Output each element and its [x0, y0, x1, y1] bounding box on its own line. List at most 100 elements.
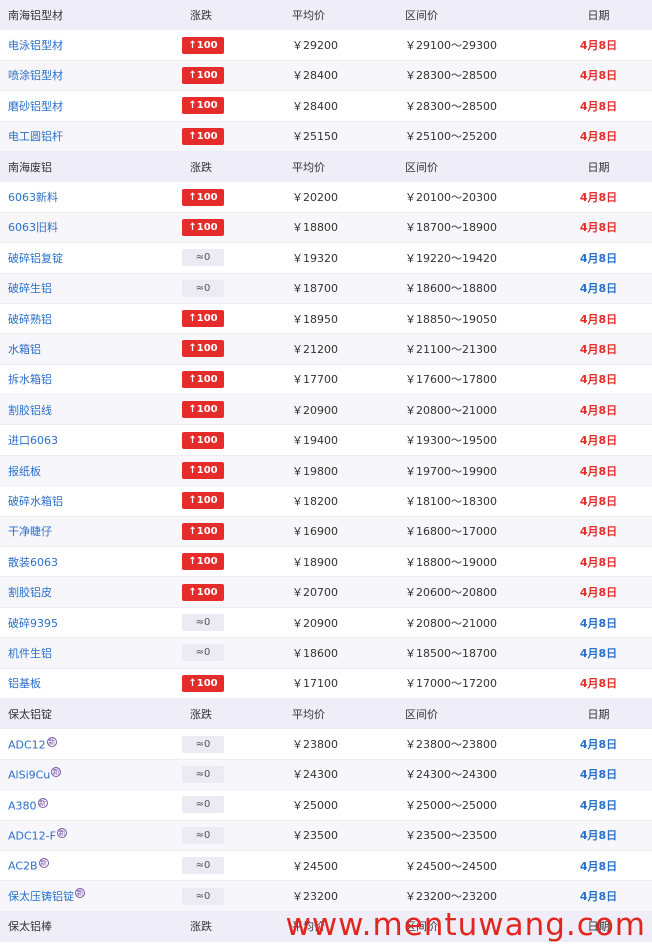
change-cell: ≈0: [170, 796, 280, 814]
item-name-link[interactable]: 破碎生铝: [8, 282, 52, 295]
change-badge: ≈0: [182, 644, 224, 662]
change-badge: ↑100: [182, 401, 224, 419]
item-name-link[interactable]: 保太压铸铝锭: [8, 890, 74, 903]
item-name-link[interactable]: 6063旧料: [8, 221, 58, 234]
date-cell: 4月8日: [579, 342, 618, 356]
change-cell: ≈0: [170, 857, 280, 875]
avg-price: ￥23800: [292, 738, 338, 752]
item-name-link[interactable]: 机件生铝: [8, 647, 52, 660]
column-header: 涨跌: [190, 707, 212, 721]
date-cell: 4月8日: [579, 403, 618, 417]
date-cell: 4月8日: [579, 99, 618, 113]
item-name-link[interactable]: AlSi9Cu: [8, 769, 50, 782]
item-name-link[interactable]: 喷涂铝型材: [8, 69, 63, 82]
item-name-cell: 铝基板: [0, 675, 170, 691]
item-name-link[interactable]: 割胶铝皮: [8, 586, 52, 599]
change-badge: ↑100: [182, 188, 224, 206]
item-name-cell: 破碎熟铝: [0, 311, 170, 327]
change-badge: ↑100: [182, 340, 224, 358]
avg-price: ￥18800: [292, 221, 338, 235]
column-header: 涨跌: [190, 160, 212, 174]
date-cell: 4月8日: [579, 586, 618, 600]
item-name-link[interactable]: 破碎9395: [8, 617, 58, 630]
change-badge: ≈0: [182, 735, 224, 753]
item-name-link[interactable]: A380: [8, 799, 37, 812]
item-name-link[interactable]: 散装6063: [8, 556, 58, 569]
item-name-link[interactable]: 水箱铝: [8, 343, 41, 356]
item-name-link[interactable]: ADC12: [8, 738, 46, 751]
change-cell: ↑100: [170, 127, 280, 145]
table-row: 破碎生铝 ≈0 ￥18700 ￥18600～18800 4月8日: [0, 273, 652, 304]
item-name-link[interactable]: 6063新料: [8, 191, 58, 204]
item-name-link[interactable]: 磨砂铝型材: [8, 100, 63, 113]
change-badge: ↑100: [182, 462, 224, 480]
section-title: 保太铝棒: [8, 920, 52, 934]
section-title: 保太铝锭: [8, 707, 52, 721]
item-name-cell: ADC12-F 新: [0, 827, 170, 843]
item-name-link[interactable]: AC2B: [8, 860, 38, 873]
avg-price: ￥17700: [292, 373, 338, 387]
price-range: ￥29100～29300: [405, 39, 497, 53]
column-header: 区间价: [405, 160, 438, 174]
item-name-link[interactable]: ADC12-F: [8, 830, 56, 843]
change-cell: ≈0: [170, 826, 280, 844]
item-name-link[interactable]: 铝基板: [8, 677, 41, 690]
change-cell: ≈0: [170, 644, 280, 662]
item-name-link[interactable]: 电工圆铝杆: [8, 130, 63, 143]
price-range: ￥20600～20800: [405, 586, 497, 600]
item-name-link[interactable]: 拆水箱铝: [8, 373, 52, 386]
change-badge: ↑100: [182, 553, 224, 571]
item-name-cell: 喷涂铝型材: [0, 67, 170, 83]
date-cell: 4月8日: [579, 39, 618, 53]
item-name-link[interactable]: 干净睫仔: [8, 525, 52, 538]
date-cell: 4月8日: [579, 251, 618, 265]
item-name-link[interactable]: 破碎熟铝: [8, 313, 52, 326]
item-name-link[interactable]: 割胶铝线: [8, 404, 52, 417]
column-header: 区间价: [405, 707, 438, 721]
change-cell: ↑100: [170, 522, 280, 540]
item-name-link[interactable]: 破碎铝复锭: [8, 252, 63, 265]
avg-price: ￥18700: [292, 282, 338, 296]
item-name-cell: 6063新料: [0, 189, 170, 205]
change-cell: ≈0: [170, 735, 280, 753]
change-cell: ↑100: [170, 674, 280, 692]
change-badge: ≈0: [182, 614, 224, 631]
avg-price: ￥20900: [292, 616, 338, 630]
change-cell: ↑100: [170, 36, 280, 54]
item-name-cell: 水箱铝: [0, 341, 170, 357]
date-cell: 4月8日: [579, 677, 618, 691]
item-name-cell: 电泳铝型材: [0, 37, 170, 53]
change-badge: ≈0: [182, 249, 224, 267]
price-range: ￥23200～23200: [405, 890, 497, 904]
table-row: 磨砂铝型材 ↑100 ￥28400 ￥28300～28500 4月8日: [0, 91, 652, 122]
item-name-cell: ADC12 新: [0, 736, 170, 751]
table-row: 破碎水箱铝 ↑100 ￥18200 ￥18100～18300 4月8日: [0, 486, 652, 517]
change-badge: ≈0: [182, 857, 224, 875]
date-cell: 4月8日: [579, 312, 618, 326]
item-name-link[interactable]: 破碎水箱铝: [8, 495, 63, 508]
item-name-link[interactable]: 电泳铝型材: [8, 39, 63, 52]
avg-price: ￥25150: [292, 130, 338, 144]
item-name-cell: 干净睫仔: [0, 523, 170, 539]
column-header: 区间价: [405, 8, 438, 22]
date-cell: 4月8日: [579, 646, 618, 660]
section-title: 南海铝型材: [8, 8, 63, 22]
item-name-link[interactable]: 进口6063: [8, 434, 58, 447]
item-name-cell: 散装6063: [0, 554, 170, 570]
price-range: ￥18500～18700: [405, 646, 497, 660]
change-cell: ↑100: [170, 97, 280, 115]
avg-price: ￥20700: [292, 586, 338, 600]
item-name-link[interactable]: 报纸板: [8, 465, 41, 478]
price-range: ￥19700～19900: [405, 464, 497, 478]
avg-price: ￥19400: [292, 434, 338, 448]
price-range: ￥20100～20300: [405, 191, 497, 205]
table-row: ADC12 新 ≈0 ￥23800 ￥23800～23800 4月8日: [0, 729, 652, 760]
date-cell: 4月8日: [579, 890, 618, 904]
date-cell: 4月8日: [579, 768, 618, 782]
change-badge: ≈0: [182, 279, 224, 297]
change-cell: ↑100: [170, 583, 280, 601]
price-range: ￥19300～19500: [405, 434, 497, 448]
price-range: ￥23500～23500: [405, 829, 497, 843]
change-badge: ↑100: [182, 431, 224, 449]
date-cell: 4月8日: [579, 434, 618, 448]
